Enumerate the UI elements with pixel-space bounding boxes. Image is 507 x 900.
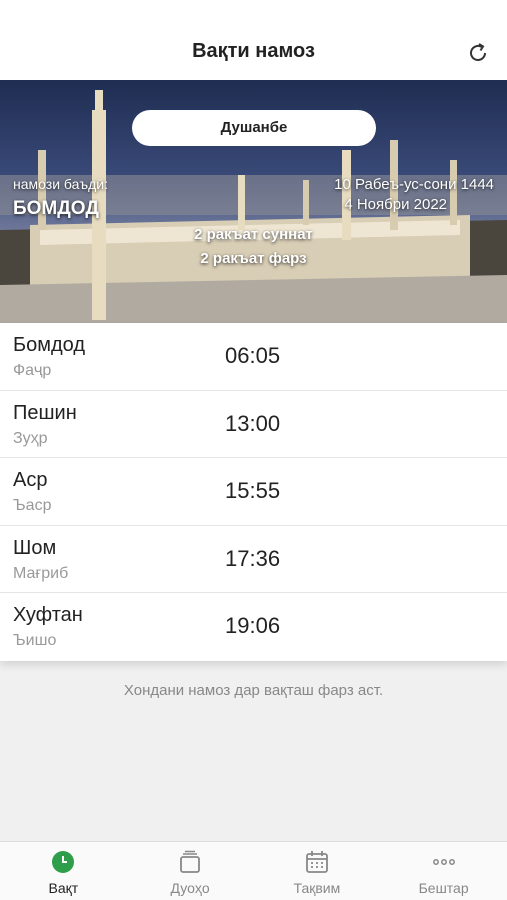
hero-banner: Душанбе намози баъдӣ: БОМДОД 10 Рабеъ-ус… — [0, 80, 507, 323]
calendar-icon — [305, 851, 328, 873]
prayer-alt-name: Мағриб — [13, 564, 69, 582]
rakat-farz: 2 ракъат фарз — [200, 250, 307, 267]
prayer-name: Шом — [13, 536, 57, 559]
prayer-times-list: Бомдод Фаҷр 06:05 Пешин Зуҳр 13:00 Аср Ъ… — [0, 323, 507, 661]
next-prayer-label: намози баъдӣ: — [13, 176, 109, 192]
prayer-row-khuftan[interactable]: Хуфтан Ъишо 19:06 — [0, 593, 507, 661]
rakat-sunnat: 2 ракъат суннат — [194, 226, 313, 243]
prayer-name: Пешин — [13, 401, 77, 424]
tab-label: Дуоҳо — [170, 880, 210, 896]
prayer-row-shom[interactable]: Шом Мағриб 17:36 — [0, 526, 507, 594]
prayer-alt-name: Фаҷр — [13, 362, 52, 379]
tab-bar: Вақт Дуоҳо Тақвим Бештар — [0, 841, 507, 900]
prayer-name: Аср — [13, 469, 48, 492]
header: Вақти намоз — [0, 0, 507, 80]
tab-label: Бештар — [418, 880, 469, 896]
page-title: Вақти намоз — [192, 40, 315, 62]
prayer-alt-name: Зуҳр — [13, 429, 48, 447]
prayer-time: 06:05 — [225, 343, 281, 368]
tab-duoho[interactable]: Дуоҳо — [127, 842, 254, 900]
tab-vaqt[interactable]: Вақт — [0, 842, 127, 900]
tab-beshtar[interactable]: Бештар — [380, 842, 507, 900]
day-selector[interactable]: Душанбе — [132, 110, 376, 146]
more-icon — [432, 859, 455, 865]
prayer-alt-name: Ъишо — [13, 632, 57, 650]
prayer-row-bomdod[interactable]: Бомдод Фаҷр 06:05 — [0, 323, 507, 391]
prayer-name: Хуфтан — [13, 604, 83, 627]
prayer-alt-name: Ъаср — [13, 497, 52, 515]
book-icon — [180, 850, 201, 873]
tab-label: Тақвим — [293, 880, 341, 896]
prayer-time: 17:36 — [225, 545, 281, 571]
tab-label: Вақт — [48, 880, 79, 896]
prayer-time: 13:00 — [225, 410, 281, 436]
hijri-date: 10 Рабеъ-ус-сони 1444 — [334, 176, 494, 193]
clock-icon — [52, 851, 75, 873]
gregorian-date: 4 Ноябри 2022 — [344, 196, 447, 213]
footnote-text: Хондани намоз дар вақташ фарз аст. — [123, 682, 384, 699]
prayer-time: 15:55 — [225, 478, 281, 504]
tab-taqvim[interactable]: Тақвим — [254, 842, 381, 900]
prayer-row-asr[interactable]: Аср Ъаср 15:55 — [0, 458, 507, 526]
prayer-name: Бомдод — [13, 334, 86, 356]
prayer-time: 19:06 — [225, 613, 281, 639]
refresh-icon[interactable] — [465, 40, 491, 66]
prayer-row-peshin[interactable]: Пешин Зуҳр 13:00 — [0, 391, 507, 459]
next-prayer-name: БОМДОД — [13, 198, 99, 219]
